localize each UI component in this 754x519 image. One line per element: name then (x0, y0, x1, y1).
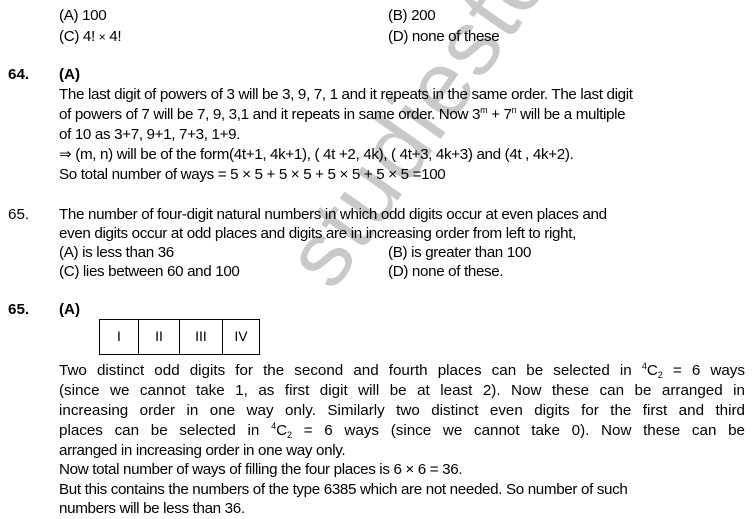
answer-64-line-2-mid: + 7 (487, 106, 512, 123)
prev-option-a: (A) 100 (59, 7, 107, 24)
answer-64-line-2-end: will be a multiple (516, 106, 626, 123)
answer-65-line-3: increasing order in one way only. Simila… (59, 402, 745, 419)
answer-64-choice: (A) (59, 66, 81, 83)
question-65-line-1: The number of four-digit natural numbers… (59, 206, 607, 223)
answer-64-line-2: of powers of 7 will be 7, 9, 3,1 and it … (59, 105, 626, 125)
question-65-line-2: even digits occur at odd places and digi… (59, 225, 576, 242)
question-65-option-c: (C) lies between 60 and 100 (59, 263, 240, 280)
prev-option-c-suffix: 4! (105, 28, 122, 45)
combination-c: C (276, 422, 288, 439)
question-65-option-d: (D) none of these. (388, 263, 504, 280)
answer-65-line-4-text: places can be selected in (59, 422, 272, 439)
answer-64-line-2-text: of powers of 7 will be 7, 9, 3,1 and it … (59, 106, 481, 123)
answer-65-line-1-text: Two distinct odd digits for the second a… (59, 362, 642, 379)
answer-65-line-6: Now total number of ways of filling the … (59, 461, 463, 478)
answer-64-line-5: So total number of ways = 5 × 5 + 5 × 5 … (59, 166, 446, 183)
answer-64-line-1: The last digit of powers of 3 will be 3,… (59, 86, 633, 103)
answer-65-number: 65. (8, 301, 30, 318)
place-cell: II (138, 319, 180, 355)
answer-65-choice: (A) (59, 301, 81, 318)
answer-64-line-3: of 10 as 3+7, 9+1, 7+3, 1+9. (59, 126, 241, 143)
answer-65-line-1-end: = 6 ways (662, 362, 745, 379)
answer-64-number: 64. (8, 66, 30, 83)
place-cell: I (99, 319, 139, 355)
combination-c: C (646, 362, 658, 379)
answer-65-line-1: Two distinct odd digits for the second a… (59, 361, 745, 381)
answer-65-line-7: But this contains the numbers of the typ… (59, 481, 628, 498)
place-cell: III (179, 319, 223, 355)
prev-option-d: (D) none of these (388, 28, 500, 45)
prev-option-c: (C) 4! × 4! (59, 27, 122, 48)
places-table: I II III IV (99, 319, 260, 355)
place-cell: IV (222, 319, 260, 355)
question-65-number: 65. (8, 206, 30, 223)
answer-65-line-5: arranged in increasing order in one way … (59, 442, 346, 459)
prev-option-b: (B) 200 (388, 7, 436, 24)
question-65-option-b: (B) is greater than 100 (388, 244, 532, 261)
answer-65-line-4-end: = 6 ways (since we cannot take 0). Now t… (292, 422, 745, 439)
answer-65-line-2: (since we cannot take 1, as first digit … (59, 382, 745, 399)
answer-65-line-8: numbers will be less than 36. (59, 500, 245, 517)
answer-65-line-4: places can be selected in 4C2 = 6 ways (… (59, 421, 745, 441)
question-65-option-a: (A) is less than 36 (59, 244, 174, 261)
places-row: I II III IV (99, 319, 260, 355)
prev-option-c-prefix: (C) 4! (59, 28, 99, 45)
answer-64-line-4: ⇒ (m, n) will be of the form(4t+1, 4k+1)… (59, 146, 574, 163)
